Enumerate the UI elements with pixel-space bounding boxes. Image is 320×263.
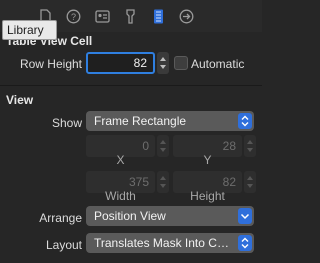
row-height-label: Row Height xyxy=(19,57,82,71)
connections-icon[interactable] xyxy=(179,9,194,24)
stepper-up-icon xyxy=(160,176,166,180)
x-stepper xyxy=(157,135,169,157)
show-popup-value: Frame Rectangle xyxy=(94,114,187,128)
section-title-view: View xyxy=(6,93,34,107)
stepper-down-icon[interactable] xyxy=(160,65,166,69)
stepper-down-icon xyxy=(247,184,253,188)
popup-arrows-icon xyxy=(238,113,252,129)
identity-icon[interactable] xyxy=(95,9,110,24)
arrange-popup[interactable]: Position View xyxy=(86,206,254,226)
arrange-popup-value: Position View xyxy=(94,209,166,223)
automatic-checkbox[interactable] xyxy=(174,56,188,70)
chevron-down-icon xyxy=(238,208,252,224)
stepper-up-icon[interactable] xyxy=(160,57,166,61)
stepper-down-icon xyxy=(160,148,166,152)
x-label: X xyxy=(116,153,125,167)
stepper-up-icon xyxy=(247,176,253,180)
width-label: Width xyxy=(105,189,136,203)
row-height-stepper[interactable] xyxy=(157,52,169,74)
automatic-label: Automatic xyxy=(191,57,245,71)
height-stepper xyxy=(244,171,256,193)
popup-arrows-icon xyxy=(238,235,252,251)
library-tooltip: Library xyxy=(2,20,57,40)
width-stepper xyxy=(157,171,169,193)
size-icon[interactable] xyxy=(151,9,166,24)
stepper-down-icon xyxy=(160,184,166,188)
help-icon[interactable]: ? xyxy=(66,9,81,24)
row-height-field[interactable]: 82 xyxy=(86,52,155,74)
show-label: Show xyxy=(51,116,82,130)
stepper-up-icon xyxy=(247,140,253,144)
arrange-label: Arrange xyxy=(39,211,82,225)
svg-text:?: ? xyxy=(71,12,76,22)
attributes-icon[interactable] xyxy=(123,9,138,24)
stepper-up-icon xyxy=(160,140,166,144)
show-popup[interactable]: Frame Rectangle xyxy=(86,111,254,131)
y-label: Y xyxy=(203,153,212,167)
section-divider xyxy=(0,85,262,86)
layout-label: Layout xyxy=(45,238,82,252)
layout-popup[interactable]: Translates Mask Into Con... xyxy=(86,233,254,253)
height-label: Height xyxy=(190,189,225,203)
stepper-down-icon xyxy=(247,148,253,152)
y-stepper xyxy=(244,135,256,157)
layout-popup-value: Translates Mask Into Con... xyxy=(94,236,232,250)
